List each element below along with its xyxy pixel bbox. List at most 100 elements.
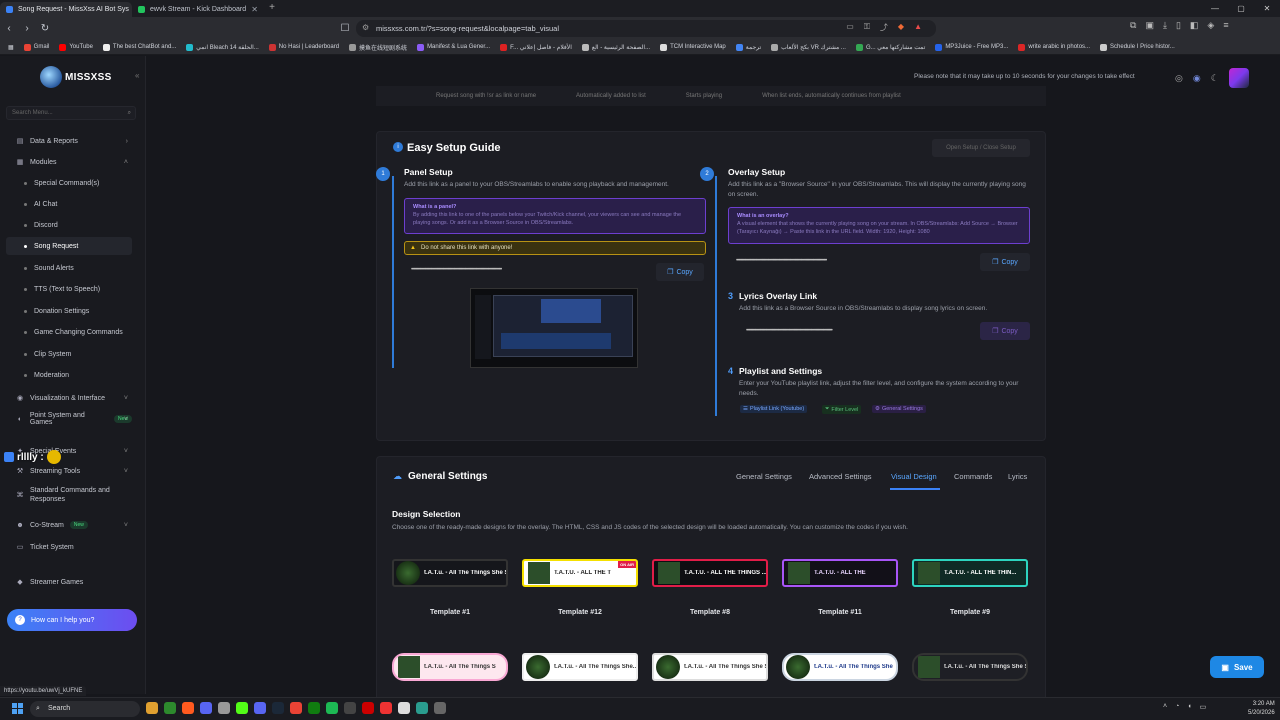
sidebar-item-ticket-system[interactable]: ▭ Ticket System [6,538,132,556]
clock[interactable]: 3:20 AM 5/20/2026 [1248,700,1275,718]
template-card[interactable]: t.A.T.u. - All The Things She Said [... [652,653,768,681]
notepad-icon[interactable] [398,702,410,714]
bookmark-item[interactable]: Gmail [23,43,49,51]
tab-advanced-settings[interactable]: Advanced Settings [809,472,872,481]
overlay-link-masked[interactable]: ••••••••••••••••••••••••••••••••••••••••… [736,258,974,264]
sidebar-item-sound-alerts[interactable]: Sound Alerts [6,259,132,277]
tab-commands[interactable]: Commands [954,472,992,481]
cast-icon[interactable]: ▭ [846,22,854,33]
sidebar-item-game-changing-commands[interactable]: Game Changing Commands [6,323,132,341]
template-card[interactable]: T.A.T.U. - ALL THE [782,559,898,587]
brand-logo[interactable]: MISSXSS [40,66,112,88]
file-explorer-icon[interactable] [146,702,158,714]
sidebar-item-co-stream[interactable]: ☻ Co-Stream New ˅ [6,516,132,534]
bookmark-item[interactable]: Manifest & Lua Gener... [417,43,490,51]
sidebar-item-special-command-s[interactable]: Special Command(s) [6,174,132,192]
bookmark-item[interactable]: F... الأفلام - فاصل إعلاني [500,43,572,51]
brave-icon[interactable] [182,702,194,714]
back-icon[interactable]: ‹ [0,23,18,34]
shield-icon[interactable]: ◆ [898,22,904,33]
sidebar-item-donation-settings[interactable]: Donation Settings [6,302,132,320]
template-card[interactable]: T.A.T.U. - ALL THE THINGS ... [652,559,768,587]
windows-start-icon[interactable] [12,703,23,714]
template-card[interactable]: t.A.T.u. - All The Things She [782,653,898,681]
sidebar-item-data-reports[interactable]: ▤ Data & Reports › [6,132,132,150]
playlist-link-chip[interactable]: ☰ Playlist Link (Youtube) [740,405,808,413]
bookmark-item[interactable]: انمي Bleach الحلقة 14... [186,43,259,51]
template-card[interactable]: t.A.T.u. - All The Things She Said [ [392,559,508,587]
template-card[interactable]: T.A.T.U. - ALL THE THIN... [912,559,1028,587]
speaker-icon[interactable]: ◖ [1187,703,1191,711]
battery-icon[interactable]: ▭ [1200,703,1207,711]
forward-icon[interactable]: › [18,23,36,34]
maximize-icon[interactable]: ▢ [1228,0,1254,17]
sidebar-item-modules[interactable]: ▦ Modules ˄ [6,153,132,171]
tab-general-settings[interactable]: General Settings [736,472,792,481]
share-icon[interactable]: ⤴ [880,22,888,33]
new-tab-button[interactable]: + [264,2,280,17]
theme-toggle-icon[interactable]: ☾ [1211,73,1219,84]
bookmark-item[interactable]: بكج الألعاب VR مشترك ... [771,43,846,51]
sidebar-item-clip-system[interactable]: Clip System [6,345,132,363]
template-card[interactable]: t.A.T.u. - All The Things She... [522,653,638,681]
network-icon[interactable]: ◔ [1175,703,1179,711]
sidebar-toggle-icon[interactable]: ▯ [1176,20,1181,31]
help-button[interactable]: ? How can I help you? [7,609,137,631]
sidebar-item-song-request[interactable]: Song Request [6,237,132,255]
headset-icon[interactable]: ◎ [1175,73,1183,84]
chevron-up-icon[interactable]: ˄ [1163,703,1167,711]
discord-app-icon[interactable] [200,702,212,714]
menu-search-input[interactable]: Search Menu... ⌕ [6,106,136,120]
extension-icon[interactable]: ⧉ [1130,20,1136,31]
copy-overlay-link-button[interactable]: ❐ Copy [980,253,1030,271]
filter-level-chip[interactable]: ⏷ Filter Level [822,405,862,414]
template-card[interactable]: T.A.T.U. - ALL THE T ON AIR [522,559,638,587]
bookmark-item[interactable]: TCM Interactive Map [660,43,726,51]
minimize-icon[interactable]: — [1202,0,1228,17]
taskbar-search[interactable]: ⌕ Search [30,701,140,717]
xbox-icon[interactable] [164,702,176,714]
template-card[interactable]: t.A.T.u. - All The Things She Said [... [912,653,1028,681]
browser-tab[interactable]: Song Request - MissXss AI Bot Sys✕ [0,2,132,17]
menu-icon[interactable]: ≡ [1223,20,1228,31]
bookmark-item[interactable]: No Hasi | Leaderboard [268,43,339,51]
wallet-icon[interactable]: ◈ [1207,20,1214,31]
app-icon[interactable] [218,702,230,714]
bookmark-item[interactable]: الصفحة الرئيسية - الع... [581,43,650,51]
sidebar-item-visualization-interface[interactable]: ◉ Visualization & Interface ˅ [6,387,132,409]
general-settings-chip[interactable]: ⚙ General Settings [872,405,926,413]
spotify-icon[interactable] [326,702,338,714]
avatar[interactable] [1228,68,1249,88]
tab-visual-design[interactable]: Visual Design [891,472,937,481]
open-close-setup-button[interactable]: Open Setup / Close Setup [932,139,1030,157]
copy-lyrics-link-button[interactable]: ❐ Copy [980,322,1030,340]
lyrics-link-masked[interactable]: ••••••••••••••••••••••••••••••••••••••••… [746,328,974,334]
apps-grid-icon[interactable]: ▦ [8,44,14,51]
sidebar-item-discord[interactable]: Discord [6,216,132,234]
url-field[interactable]: ⚙ missxss.com.tr/?s=song-request&localpa… [356,20,936,37]
template-card[interactable]: t.A.T.u. - All The Things S [392,653,508,681]
bookmark-item[interactable]: The best ChatBot and... [102,43,176,51]
sidebar-item-standard-commands-and-responses[interactable]: ⌘ Standard Commands and Responses [6,484,132,506]
sidebar-item-ai-chat[interactable]: AI Chat [6,195,132,213]
kick-icon[interactable] [236,702,248,714]
discord-icon[interactable]: ◉ [1193,73,1201,84]
bookmark-item[interactable]: write arabic in photos... [1018,43,1090,51]
app-icon[interactable] [362,702,374,714]
discord-app-icon[interactable] [254,702,266,714]
bookmark-item[interactable]: Schedule I Price histor... [1100,43,1175,51]
alert-icon[interactable]: ▲ [914,22,922,33]
reload-icon[interactable]: ↻ [36,23,54,34]
browser-tab[interactable]: ewvk Stream - Kick Dashboard ✕ [132,2,264,17]
collapse-sidebar-icon[interactable]: « [135,71,139,80]
panel-link-masked[interactable]: ••••••••••••••••••••••••••••••••••••••••… [411,267,649,273]
settings-app-icon[interactable] [434,702,446,714]
bookmark-item[interactable]: MP3Juice - Free MP3... [935,43,1008,51]
app-icon[interactable] [344,702,356,714]
sidebar-item-tts-text-to-speech[interactable]: TTS (Text to Speech) [6,280,132,298]
app-icon[interactable] [380,702,392,714]
sidebar-item-point-system-and-games[interactable]: ◐ Point System and Games New ˅ [6,410,132,428]
extension-icon[interactable]: ◧ [1190,20,1199,31]
extension-icon[interactable]: ▣ [1145,20,1154,31]
copy-panel-link-button[interactable]: ❐ Copy [656,263,704,281]
